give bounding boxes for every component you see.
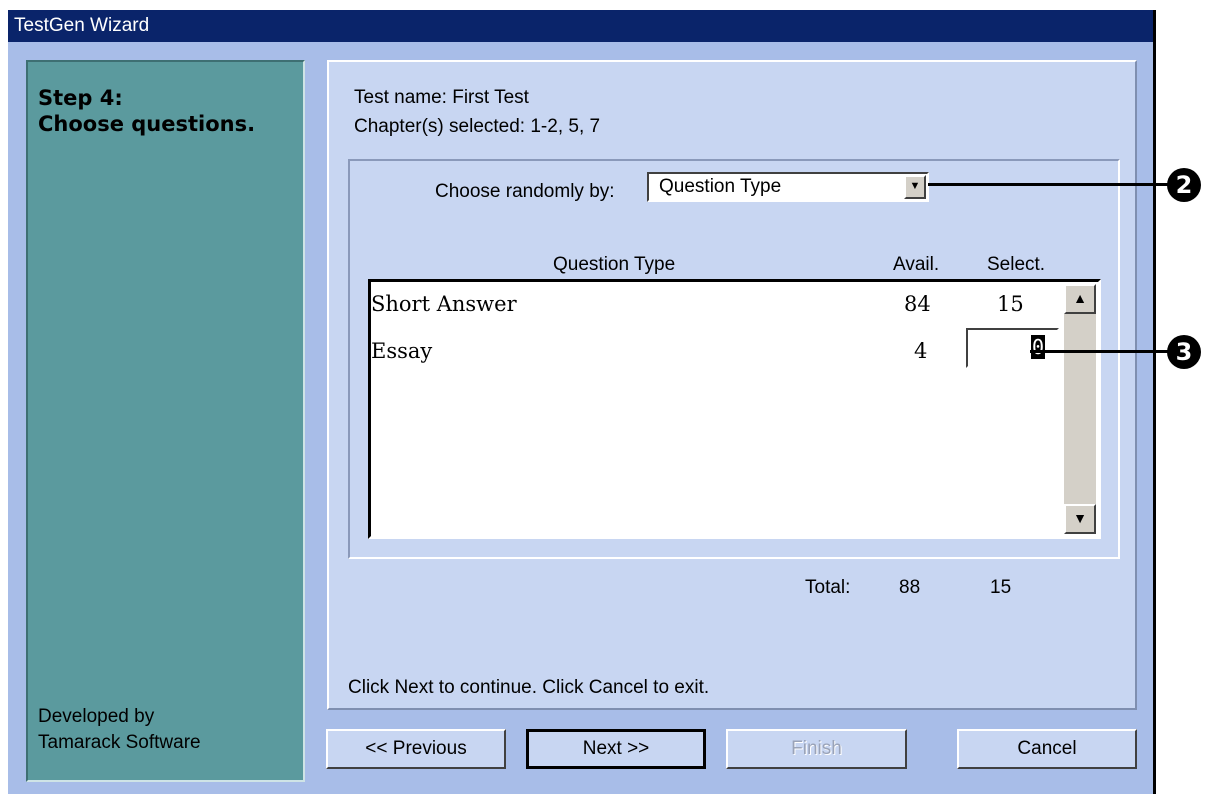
- step-instruction: Choose questions.: [38, 112, 256, 136]
- header-select: Select.: [987, 254, 1046, 275]
- total-label: Total:: [805, 577, 851, 598]
- finish-button[interactable]: Finish: [726, 729, 907, 769]
- essay-select-value: 0: [1030, 335, 1045, 359]
- main-panel: Test name: First Test Chapter(s) selecte…: [327, 60, 1137, 710]
- header-question-type: Question Type: [553, 254, 676, 275]
- arrow-up-icon[interactable]: ▲: [1064, 284, 1096, 314]
- question-selection-group: Choose randomly by: Question Type ▼ Ques…: [348, 159, 1120, 559]
- next-button[interactable]: Next >>: [526, 729, 706, 769]
- row-avail: 4: [914, 339, 928, 363]
- previous-button[interactable]: << Previous: [326, 729, 506, 769]
- total-avail: 88: [899, 577, 921, 598]
- cancel-button[interactable]: Cancel: [957, 729, 1137, 769]
- row-type: Essay: [371, 339, 433, 363]
- random-by-value: Question Type: [659, 176, 782, 197]
- row-type: Short Answer: [371, 292, 517, 316]
- callout-marker: 2: [1167, 168, 1201, 202]
- callout-line: [928, 183, 1170, 186]
- step-number: Step 4:: [38, 86, 123, 110]
- developer-name: Tamarack Software: [38, 732, 201, 753]
- chevron-down-icon[interactable]: ▼: [904, 175, 926, 199]
- total-select: 15: [990, 577, 1012, 598]
- test-name: Test name: First Test: [354, 87, 529, 108]
- question-type-list[interactable]: Short Answer 84 15 Essay 4 0 ▲ ▼: [368, 279, 1101, 539]
- header-avail: Avail.: [893, 254, 940, 275]
- list-scrollbar[interactable]: ▲ ▼: [1064, 284, 1096, 534]
- arrow-down-icon[interactable]: ▼: [1064, 504, 1096, 534]
- developer-label: Developed by: [38, 706, 155, 727]
- callout-line: [1030, 350, 1170, 353]
- step-sidebar: Step 4: Choose questions. Developed by T…: [26, 60, 305, 782]
- window-title: TestGen Wizard: [14, 15, 150, 36]
- title-bar: TestGen Wizard: [8, 10, 1153, 42]
- random-by-label: Choose randomly by:: [435, 181, 615, 202]
- callout-marker: 3: [1167, 335, 1201, 369]
- row-select: 15: [997, 292, 1024, 316]
- row-avail: 84: [904, 292, 931, 316]
- footer-hint: Click Next to continue. Click Cancel to …: [348, 677, 710, 698]
- chapters-selected: Chapter(s) selected: 1-2, 5, 7: [354, 116, 601, 137]
- wizard-window: TestGen Wizard Step 4: Choose questions.…: [8, 10, 1156, 794]
- random-by-select[interactable]: Question Type ▼: [647, 172, 929, 202]
- essay-select-input[interactable]: 0: [966, 328, 1059, 368]
